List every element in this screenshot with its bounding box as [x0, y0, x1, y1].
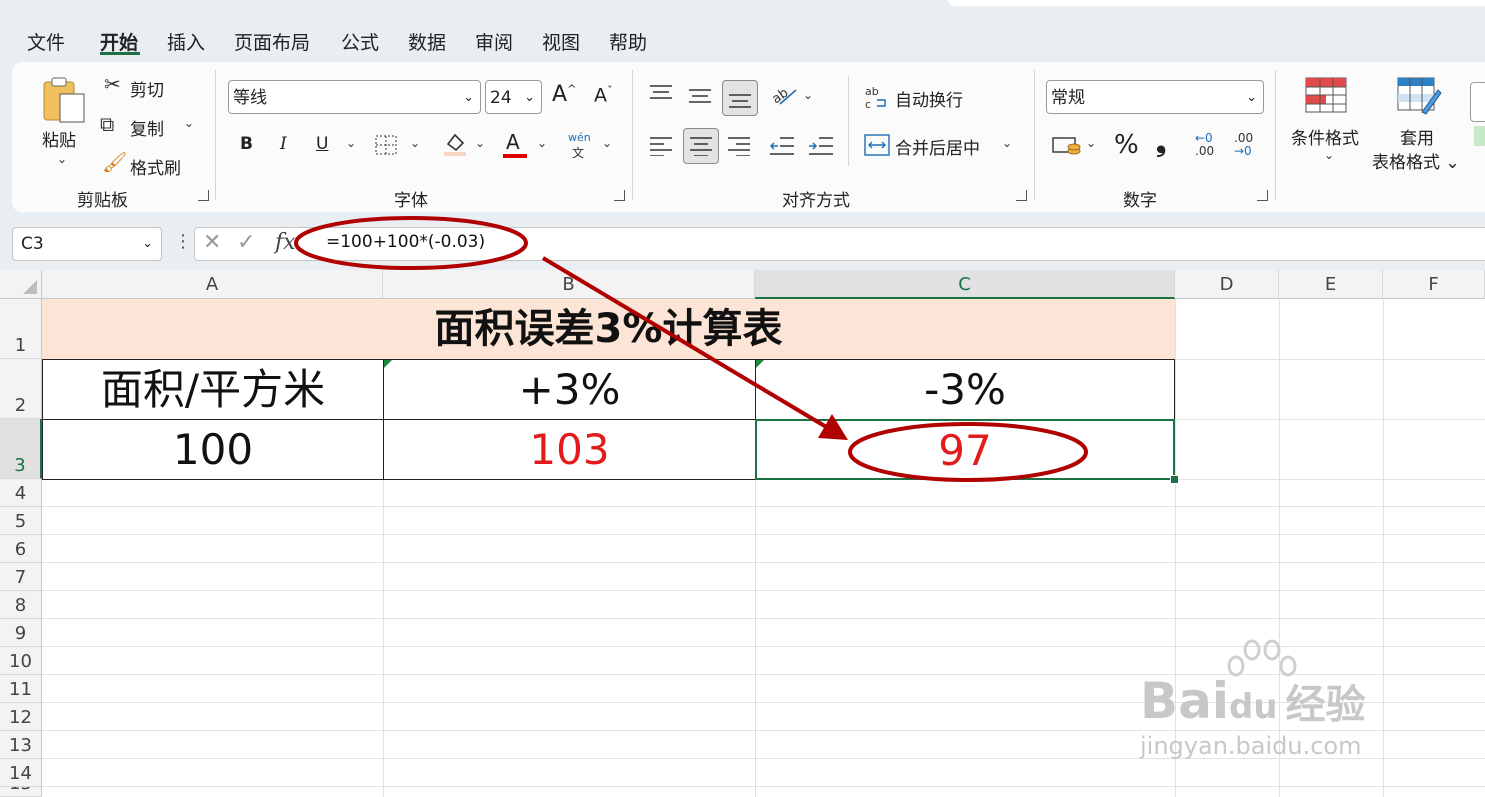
watermark-url: jingyan.baidu.com [1140, 732, 1362, 760]
watermark-brand-cn: 经验 [1285, 682, 1366, 728]
formula-highlight-ellipse [294, 216, 528, 270]
baidu-paw-icon [1227, 639, 1297, 677]
watermark-brand-right: du [1229, 687, 1278, 727]
annotation-arrow-line [541, 256, 830, 430]
result-highlight-ellipse [848, 422, 1088, 482]
watermark-brand-left: Bai [1140, 672, 1229, 730]
